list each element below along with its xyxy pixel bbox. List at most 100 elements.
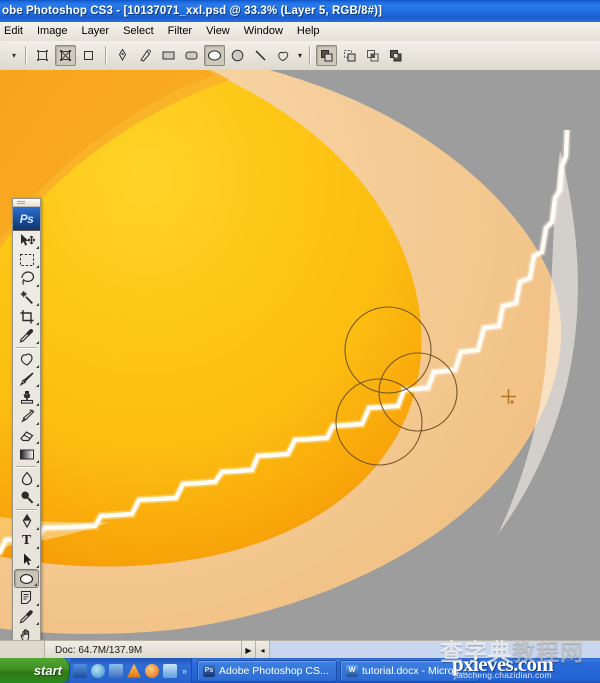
gradient-tool[interactable] (13, 445, 40, 464)
ellipse-shape-tool[interactable] (14, 569, 39, 588)
windows-taskbar: start » Ps Adobe Photoshop CS... W tutor… (0, 658, 600, 683)
flyout-triangle-icon (34, 583, 37, 586)
ql-media-icon[interactable] (109, 663, 123, 678)
intersect-path-areas-button[interactable] (362, 45, 383, 66)
window-title: obe Photoshop CS3 - [10137071_xxl.psd @ … (2, 5, 382, 17)
options-separator-1 (25, 46, 26, 65)
toolbox-divider-3 (16, 509, 37, 510)
hand-tool[interactable] (13, 626, 40, 640)
ql-vlc-icon[interactable] (127, 663, 141, 678)
options-separator-2 (105, 46, 106, 65)
egg-illustration (0, 70, 600, 640)
menu-item-help[interactable]: Help (290, 23, 327, 40)
crop-tool[interactable] (13, 307, 40, 326)
ellipse-tool-button[interactable] (204, 45, 225, 66)
flyout-triangle-icon (36, 265, 39, 268)
ql-internet-explorer-icon[interactable] (91, 663, 105, 678)
status-bar: Doc: 64.7M/137.9M ▶ ◂ (0, 640, 600, 659)
task-photoshop-icon: Ps (203, 664, 216, 677)
menu-item-window[interactable]: Window (237, 23, 290, 40)
egg-artwork (0, 70, 600, 640)
rectangle-tool-button[interactable] (158, 45, 179, 66)
exclude-overlapping-path-areas-button[interactable] (385, 45, 406, 66)
custom-shape-tool-button[interactable] (273, 45, 294, 66)
toolbox-divider-2 (16, 466, 37, 467)
flyout-triangle-icon (36, 603, 39, 606)
paths-button[interactable] (55, 45, 76, 66)
geometry-options-chevron-down-icon[interactable]: ▾ (298, 51, 302, 60)
menu-item-filter[interactable]: Filter (161, 23, 199, 40)
task-word[interactable]: W tutorial.docx - Micros... (340, 659, 481, 682)
flyout-triangle-icon (36, 503, 39, 506)
ql-photoshop-icon[interactable] (73, 663, 87, 678)
menu-bar: Edit Image Layer Select Filter View Wind… (0, 22, 600, 42)
blur-tool[interactable] (13, 469, 40, 488)
document-canvas[interactable]: Ps T (0, 70, 600, 640)
eraser-tool[interactable] (13, 426, 40, 445)
toolbox-divider-1 (16, 347, 37, 348)
menu-item-image[interactable]: Image (30, 23, 75, 40)
line-tool-button[interactable] (250, 45, 271, 66)
options-bar-grip[interactable] (0, 41, 8, 70)
subtract-from-path-area-button[interactable] (339, 45, 360, 66)
lasso-tool[interactable] (13, 269, 40, 288)
ql-download-icon[interactable] (163, 663, 177, 678)
menu-item-edit[interactable]: Edit (0, 23, 30, 40)
photoshop-logo: Ps (13, 207, 40, 231)
flyout-triangle-icon (36, 384, 39, 387)
color-sampler-tool[interactable] (13, 607, 40, 626)
flyout-triangle-icon (36, 441, 39, 444)
status-bar-zoom-field[interactable] (0, 641, 45, 659)
clone-stamp-tool[interactable] (13, 388, 40, 407)
fill-pixels-button[interactable] (78, 45, 99, 66)
pen-tool-button[interactable] (112, 45, 133, 66)
magic-wand-tool[interactable] (13, 288, 40, 307)
type-tool-glyph: T (21, 532, 32, 548)
flyout-triangle-icon (36, 341, 39, 344)
tool-options-bar: ▾ ▾ (0, 41, 600, 71)
notes-tool[interactable] (13, 588, 40, 607)
document-info: Doc: 64.7M/137.9M (55, 644, 143, 656)
brush-tool[interactable] (13, 369, 40, 388)
task-photoshop-label: Adobe Photoshop CS... (219, 664, 329, 677)
flyout-triangle-icon (36, 527, 39, 530)
move-tool[interactable] (13, 231, 40, 250)
flyout-triangle-icon (36, 484, 39, 487)
palette-grip[interactable] (13, 199, 40, 207)
horizontal-type-tool[interactable]: T (13, 531, 40, 550)
photoshop-window: obe Photoshop CS3 - [10137071_xxl.psd @ … (0, 0, 600, 683)
eyedropper-tool[interactable] (13, 326, 40, 345)
start-button[interactable]: start (0, 658, 70, 683)
freeform-pen-tool-button[interactable] (135, 45, 156, 66)
options-separator-3 (309, 46, 311, 65)
dodge-tool[interactable] (13, 488, 40, 507)
pen-tool[interactable] (13, 512, 40, 531)
status-bar-overflow (269, 641, 600, 659)
flyout-triangle-icon (36, 622, 39, 625)
flyout-triangle-icon (36, 460, 39, 463)
flyout-triangle-icon (36, 546, 39, 549)
ql-firefox-icon[interactable] (145, 663, 159, 678)
menu-item-select[interactable]: Select (116, 23, 161, 40)
flyout-triangle-icon (36, 565, 39, 568)
menu-item-layer[interactable]: Layer (75, 23, 117, 40)
flyout-triangle-icon (36, 422, 39, 425)
history-brush-tool[interactable] (13, 407, 40, 426)
healing-brush-tool[interactable] (13, 350, 40, 369)
add-to-path-area-button[interactable] (316, 45, 338, 66)
shape-layers-button[interactable] (32, 45, 53, 66)
quick-launch-bar: » (70, 658, 193, 683)
rectangular-marquee-tool[interactable] (13, 250, 40, 269)
status-bar-prev-arrow-icon[interactable]: ◂ (255, 641, 269, 659)
quick-launch-overflow-chevron-icon[interactable]: » (182, 666, 187, 676)
flyout-triangle-icon (36, 303, 39, 306)
tool-preset-chevron-down-icon[interactable]: ▾ (8, 51, 20, 60)
menu-item-view[interactable]: View (199, 23, 237, 40)
task-photoshop[interactable]: Ps Adobe Photoshop CS... (197, 659, 338, 682)
status-bar-next-arrow-icon[interactable]: ▶ (241, 641, 255, 659)
crosshair-cursor (501, 389, 516, 404)
rounded-rectangle-tool-button[interactable] (181, 45, 202, 66)
polygon-tool-button[interactable] (227, 45, 248, 66)
flyout-triangle-icon (36, 365, 39, 368)
path-selection-tool[interactable] (13, 550, 40, 569)
